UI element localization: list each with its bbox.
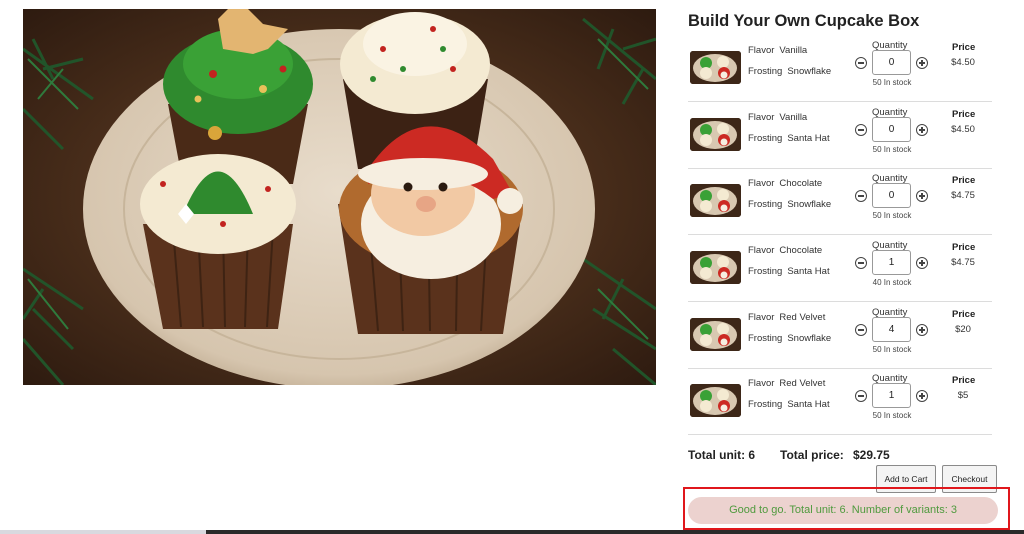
frosting-value: Snowflake — [787, 66, 832, 77]
flavor-value: Vanilla — [779, 112, 808, 123]
frosting-value: Santa Hat — [787, 266, 830, 277]
price-label: Price — [952, 42, 976, 53]
variant-row: Flavor Red Velvet Frosting Snowflake Quant… — [688, 302, 992, 369]
frosting-label: Frosting — [748, 66, 783, 77]
frosting-label: Frosting — [748, 266, 783, 277]
increment-icon[interactable] — [916, 390, 928, 402]
variant-flavor: Flavor Red Velvet — [748, 378, 825, 389]
flavor-label: Flavor — [748, 312, 775, 323]
frosting-label: Frosting — [748, 199, 783, 210]
flavor-label: Flavor — [748, 378, 775, 389]
quantity-input[interactable] — [872, 183, 911, 208]
stock-count: 50 In stock — [872, 145, 912, 154]
stock-count: 40 In stock — [872, 278, 912, 287]
flavor-value: Red Velvet — [779, 312, 826, 323]
price-value: $5 — [957, 390, 969, 401]
flavor-value: Red Velvet — [779, 378, 826, 389]
variant-thumbnail — [690, 118, 741, 151]
frosting-label: Frosting — [748, 333, 783, 344]
decrement-icon[interactable] — [855, 124, 867, 136]
price-value: $4.50 — [951, 57, 975, 68]
increment-icon[interactable] — [916, 257, 928, 269]
increment-icon[interactable] — [916, 57, 928, 69]
increment-icon[interactable] — [916, 324, 928, 336]
stock-count: 50 In stock — [872, 345, 912, 354]
price-value: $4.75 — [951, 190, 975, 201]
increment-icon[interactable] — [916, 124, 928, 136]
status-message: Good to go. Total unit: 6. Number of var… — [688, 497, 998, 524]
flavor-value: Chocolate — [779, 178, 823, 189]
flavor-value: Vanilla — [779, 45, 808, 56]
variant-frosting: Frosting Santa Hat — [748, 399, 830, 410]
decrement-icon[interactable] — [855, 190, 867, 202]
variant-flavor: Flavor Chocolate — [748, 178, 822, 189]
variant-frosting: Frosting Snowflake — [748, 199, 831, 210]
bottom-scrollbar — [0, 530, 1024, 534]
quantity-input[interactable] — [872, 117, 911, 142]
product-hero-image — [23, 9, 656, 385]
quantity-input[interactable] — [872, 250, 911, 275]
variant-flavor: Flavor Vanilla — [748, 112, 807, 123]
decrement-icon[interactable] — [855, 257, 867, 269]
price-label: Price — [952, 175, 976, 186]
decrement-icon[interactable] — [855, 324, 867, 336]
price-label: Price — [952, 109, 976, 120]
variant-frosting: Frosting Snowflake — [748, 66, 831, 77]
flavor-label: Flavor — [748, 112, 775, 123]
price-label: Price — [952, 375, 976, 386]
decrement-icon[interactable] — [855, 390, 867, 402]
page-title: Build Your Own Cupcake Box — [688, 12, 920, 30]
frosting-label: Frosting — [748, 399, 783, 410]
variant-flavor: Flavor Vanilla — [748, 45, 807, 56]
total-price-value: $29.75 — [853, 448, 890, 462]
flavor-label: Flavor — [748, 45, 775, 56]
flavor-label: Flavor — [748, 245, 775, 256]
quantity-input[interactable] — [872, 317, 911, 342]
frosting-value: Snowflake — [787, 333, 832, 344]
total-price-label: Total price: — [780, 448, 844, 462]
stock-count: 50 In stock — [872, 211, 912, 220]
variant-row: Flavor Red Velvet Frosting Santa Hat Quant… — [688, 368, 992, 435]
variant-row: Flavor Vanilla Frosting Snowflake Quantity… — [688, 35, 992, 102]
variant-frosting: Frosting Santa Hat — [748, 266, 830, 277]
variant-flavor: Flavor Red Velvet — [748, 312, 825, 323]
quantity-input[interactable] — [872, 50, 911, 75]
variant-flavor: Flavor Chocolate — [748, 245, 822, 256]
frosting-value: Snowflake — [787, 199, 832, 210]
variant-frosting: Frosting Santa Hat — [748, 133, 830, 144]
variant-row: Flavor Chocolate Frosting Snowflake Quanti… — [688, 168, 992, 235]
variant-thumbnail — [690, 318, 741, 351]
variant-thumbnail — [690, 51, 741, 84]
price-value: $4.50 — [951, 124, 975, 135]
total-units: Total unit: 6 — [688, 448, 756, 462]
status-highlight-box: Good to go. Total unit: 6. Number of var… — [683, 487, 1010, 530]
frosting-value: Santa Hat — [787, 133, 830, 144]
price-value: $4.75 — [951, 257, 975, 268]
variant-frosting: Frosting Snowflake — [748, 333, 831, 344]
price-value: $20 — [955, 324, 971, 335]
flavor-value: Chocolate — [779, 245, 823, 256]
flavor-label: Flavor — [748, 178, 775, 189]
price-label: Price — [952, 309, 976, 320]
decrement-icon[interactable] — [855, 57, 867, 69]
frosting-label: Frosting — [748, 133, 783, 144]
frosting-value: Santa Hat — [787, 399, 830, 410]
price-label: Price — [952, 242, 976, 253]
variant-thumbnail — [690, 384, 741, 417]
quantity-input[interactable] — [872, 383, 911, 408]
stock-count: 50 In stock — [872, 411, 912, 420]
increment-icon[interactable] — [916, 190, 928, 202]
stock-count: 50 In stock — [872, 78, 912, 87]
variant-row: Flavor Chocolate Frosting Santa Hat Quanti… — [688, 235, 992, 302]
variant-thumbnail — [690, 251, 741, 284]
variant-row: Flavor Vanilla Frosting Santa Hat Quantity… — [688, 102, 992, 169]
variant-thumbnail — [690, 184, 741, 217]
